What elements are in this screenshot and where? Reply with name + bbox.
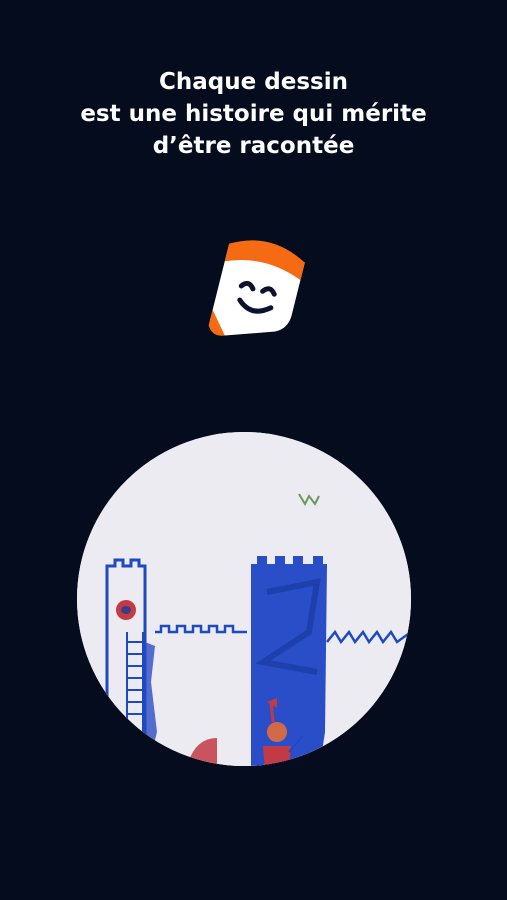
smiling-pencil-icon [198,220,318,350]
child-drawing-image [77,432,411,766]
headline-line-1: Chaque dessin [159,69,348,95]
headline-line-2: est une histoire qui mérite [80,101,427,127]
headline-line-3: d’être racontée [152,133,355,159]
onboarding-screen: Chaque dessin est une histoire qui mérit… [0,0,507,900]
headline: Chaque dessin est une histoire qui mérit… [0,66,507,162]
